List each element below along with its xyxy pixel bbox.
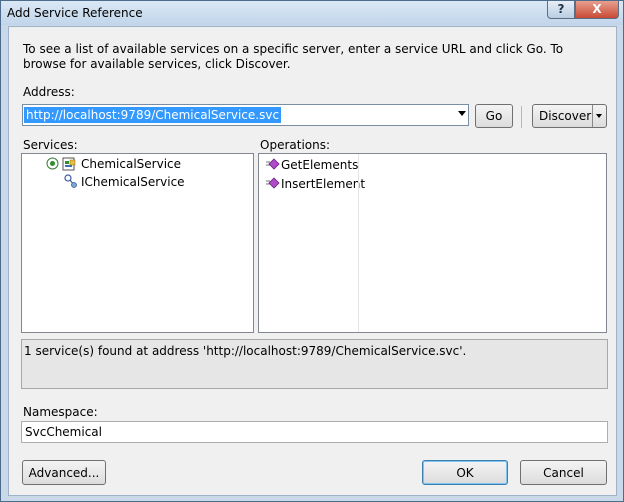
cancel-button[interactable]: Cancel (520, 460, 607, 485)
services-tree[interactable]: ChemicalService IChemicalService (21, 153, 254, 333)
intro-text: To see a list of available services on a… (23, 42, 564, 71)
operations-list[interactable]: GetElements InsertElement (258, 153, 607, 333)
service-icon (62, 157, 76, 171)
ok-button-label: OK (456, 466, 474, 480)
dialog-body: To see a list of available services on a… (8, 26, 617, 496)
expand-icon[interactable] (46, 157, 59, 170)
namespace-value: SvcChemical (25, 425, 102, 439)
address-input[interactable]: http://localhost:9789/ChemicalService.sv… (24, 107, 282, 123)
title-bar[interactable]: Add Service Reference ? X (1, 1, 623, 25)
operation-insertelement[interactable]: InsertElement (281, 177, 365, 191)
method-icon (266, 158, 280, 170)
discover-button-label: Discover (539, 109, 592, 123)
list-divider (358, 154, 359, 332)
close-button[interactable]: X (575, 1, 619, 19)
operation-getelements[interactable]: GetElements (281, 158, 358, 172)
namespace-field[interactable]: SvcChemical (21, 421, 608, 443)
go-button-label: Go (485, 109, 503, 123)
method-icon (266, 177, 280, 189)
address-label: Address: (23, 85, 75, 99)
status-text: 1 service(s) found at address 'http://lo… (24, 344, 467, 358)
help-button[interactable]: ? (547, 1, 575, 19)
status-area: 1 service(s) found at address 'http://lo… (21, 339, 608, 389)
toolbar-separator (521, 106, 522, 128)
interface-icon (64, 174, 77, 188)
discover-dropdown-icon[interactable] (596, 114, 602, 118)
operations-label: Operations: (260, 138, 331, 152)
tree-item-chemicalservice[interactable]: ChemicalService (81, 157, 181, 171)
advanced-button-label: Advanced... (28, 466, 100, 480)
tree-item-ichemicalservice[interactable]: IChemicalService (81, 175, 185, 189)
split-divider (592, 105, 593, 127)
window-title: Add Service Reference (7, 6, 143, 20)
cancel-button-label: Cancel (543, 466, 584, 480)
ok-button[interactable]: OK (422, 460, 508, 485)
go-button[interactable]: Go (475, 104, 513, 128)
namespace-label: Namespace: (23, 405, 98, 419)
services-label: Services: (23, 138, 78, 152)
discover-button[interactable]: Discover (532, 104, 607, 128)
add-service-reference-dialog: Add Service Reference ? X To see a list … (0, 0, 624, 502)
advanced-button[interactable]: Advanced... (22, 460, 106, 485)
address-combobox[interactable]: http://localhost:9789/ChemicalService.sv… (22, 104, 469, 126)
chevron-down-icon[interactable] (458, 111, 466, 116)
